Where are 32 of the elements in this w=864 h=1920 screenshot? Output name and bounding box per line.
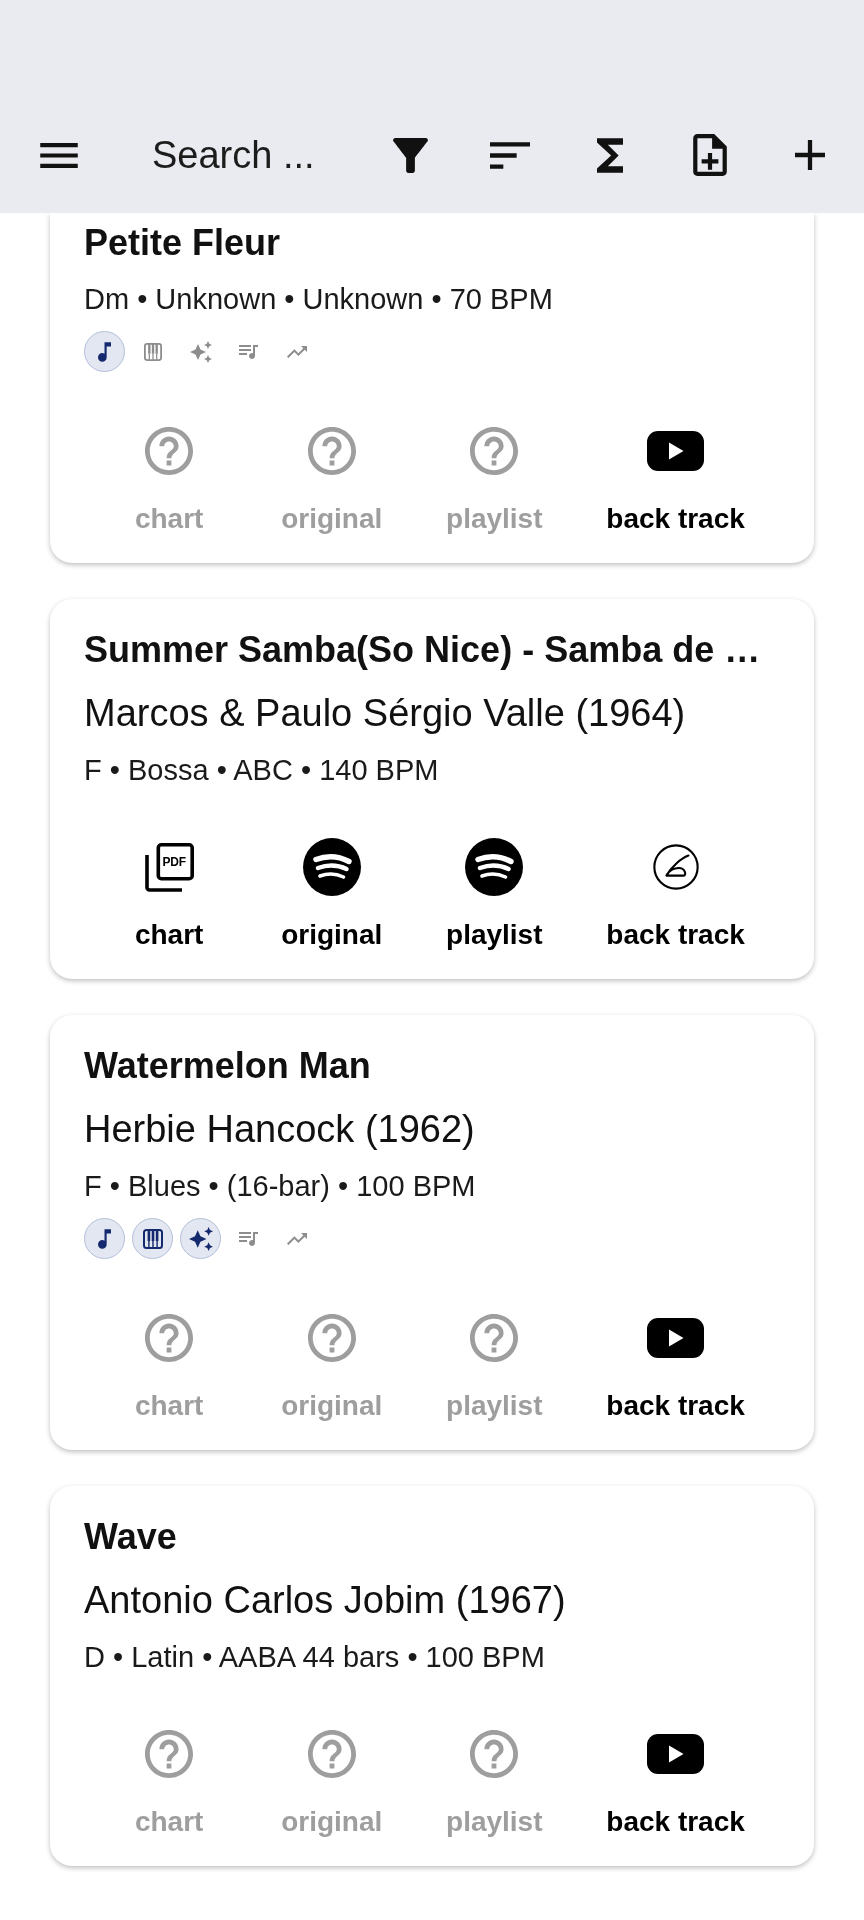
song-title: Summer Samba(So Nice) - Samba de … (84, 628, 761, 672)
song-card[interactable]: Summer Samba(So Nice) - Samba de … Marcos & Paulo Sérgio Valle (1964) F • Bossa • ABC • 140 BPM PDF chart original playlist back track (50, 599, 814, 979)
link-button[interactable]: PDF chart (119, 838, 220, 953)
song-details: F • Blues • (16-bar) • 100 BPM (84, 1169, 477, 1204)
link-button[interactable]: back track (606, 1725, 745, 1840)
link-button[interactable]: back track (606, 422, 745, 537)
song-title: Watermelon Man (84, 1044, 371, 1088)
song-title: Wave (84, 1515, 177, 1559)
link-button[interactable]: original (281, 838, 383, 953)
song-title: Petite Fleur (84, 221, 281, 265)
search-field[interactable]: Search ... (152, 125, 360, 185)
sort-icon (490, 141, 530, 169)
waves-disc-icon (302, 838, 361, 896)
link-button[interactable]: playlist (444, 838, 545, 953)
filter-icon (392, 137, 428, 173)
link-button[interactable]: back track (606, 1309, 745, 1424)
composer-text: Antonio Carlos Jobim (1967) (84, 1578, 567, 1623)
menu-icon (40, 142, 78, 168)
song-details: Dm • Unknown • Unknown • 70 BPM (84, 282, 554, 317)
link-button[interactable]: back track (606, 838, 745, 953)
plus-icon (795, 140, 825, 170)
sigma-icon (597, 137, 623, 173)
waves-disc-icon (465, 838, 524, 896)
play-button-icon (647, 431, 705, 471)
play-button-icon (647, 1318, 705, 1358)
song-details: F • Bossa • ABC • 140 BPM (84, 753, 440, 788)
swirl-circle-icon (652, 844, 699, 890)
play-button-icon (647, 1734, 705, 1774)
file-plus-icon (693, 134, 727, 176)
composer-text: Marcos & Paulo Sérgio Valle (1964) (84, 691, 687, 736)
composer-text: Herbie Hancock (1962) (84, 1107, 476, 1152)
song-details: D • Latin • AABA 44 bars • 100 BPM (84, 1640, 546, 1675)
